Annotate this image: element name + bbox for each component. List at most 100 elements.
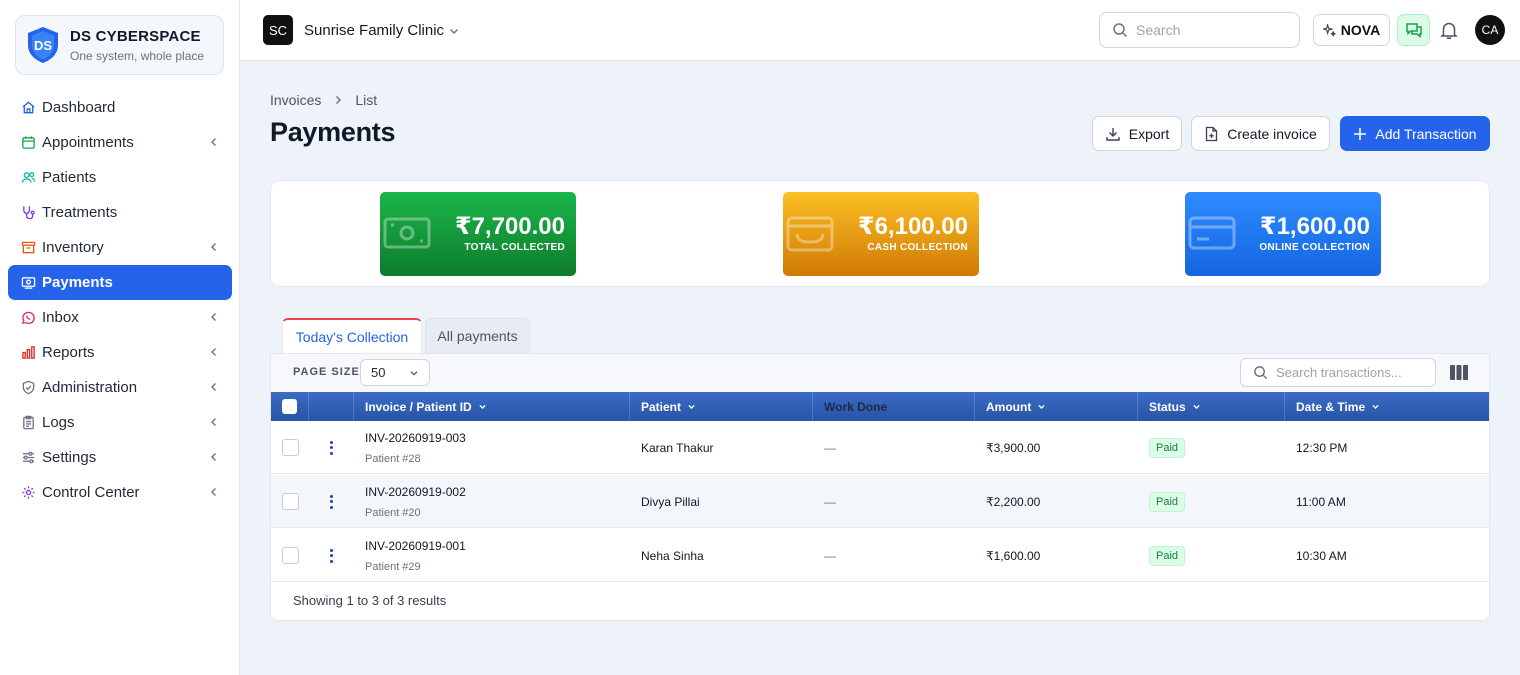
sidebar-item-dashboard[interactable]: Dashboard bbox=[8, 90, 232, 125]
row-actions-cell bbox=[309, 421, 354, 474]
row-checkbox[interactable] bbox=[282, 493, 299, 510]
chat-button[interactable] bbox=[1397, 14, 1430, 46]
status-cell: Paid bbox=[1138, 475, 1285, 528]
chevron-left-icon bbox=[211, 383, 216, 391]
columns-icon[interactable] bbox=[1450, 365, 1468, 380]
topbar: SC Sunrise Family Clinic NOVA CA bbox=[240, 0, 1520, 61]
patient-cell: Divya Pillai bbox=[641, 494, 700, 509]
transactions-search-input[interactable] bbox=[1276, 365, 1416, 380]
page-size-select[interactable]: 50 bbox=[360, 359, 430, 386]
global-search[interactable] bbox=[1099, 12, 1300, 48]
add-transaction-button[interactable]: Add Transaction bbox=[1340, 116, 1490, 151]
amount-cell: ₹2,200.00 bbox=[986, 494, 1041, 509]
clipboard-icon bbox=[20, 415, 36, 431]
chevron-left-icon bbox=[211, 418, 216, 426]
sidebar-item-label: Patients bbox=[42, 169, 97, 186]
invoice-id[interactable]: INV-20260919-002 bbox=[365, 485, 466, 499]
chevron-down-icon[interactable] bbox=[448, 25, 460, 37]
org-badge[interactable]: SC bbox=[263, 15, 293, 45]
header-datetime[interactable]: Date & Time bbox=[1285, 392, 1489, 421]
breadcrumb: Invoices List bbox=[270, 92, 377, 108]
stats-panel: ₹7,700.00 TOTAL COLLECTED ₹6,100.00 CASH… bbox=[270, 180, 1490, 287]
header-label: Work Done bbox=[824, 399, 888, 414]
header-label: Date & Time bbox=[1296, 399, 1366, 414]
patient-id: Patient #20 bbox=[365, 506, 421, 519]
brand-card[interactable]: DS DS CYBERSPACE One system, whole place bbox=[15, 15, 224, 75]
sidebar-item-patients[interactable]: Patients bbox=[8, 160, 232, 195]
chevron-down-icon bbox=[410, 371, 418, 376]
sidebar-item-label: Logs bbox=[42, 414, 75, 431]
export-button[interactable]: Export bbox=[1092, 116, 1182, 151]
select-all-checkbox[interactable] bbox=[282, 399, 297, 414]
chevron-left-icon bbox=[211, 243, 216, 251]
breadcrumb-list: List bbox=[355, 92, 378, 108]
table-row[interactable]: INV-20260919-002 Patient #20 Divya Pilla… bbox=[271, 475, 1489, 528]
header-patient[interactable]: Patient bbox=[630, 392, 813, 421]
search-input[interactable] bbox=[1136, 22, 1286, 38]
chevron-down-icon bbox=[688, 404, 695, 409]
nova-button[interactable]: NOVA bbox=[1313, 14, 1390, 46]
header-label: Invoice / Patient ID bbox=[365, 399, 472, 414]
sidebar-item-administration[interactable]: Administration bbox=[8, 370, 232, 405]
shield-icon bbox=[20, 380, 36, 396]
sidebar-item-reports[interactable]: Reports bbox=[8, 335, 232, 370]
row-checkbox[interactable] bbox=[282, 439, 299, 456]
table-row[interactable]: INV-20260919-003 Patient #28 Karan Thaku… bbox=[271, 421, 1489, 474]
status-badge: Paid bbox=[1149, 491, 1186, 512]
sidebar-item-appointments[interactable]: Appointments bbox=[8, 125, 232, 160]
more-vertical-icon[interactable] bbox=[330, 440, 334, 455]
stat-label: TOTAL COLLECTED bbox=[464, 242, 565, 253]
table-row[interactable]: INV-20260919-001 Patient #29 Neha Sinha … bbox=[271, 529, 1489, 582]
sidebar-item-label: Settings bbox=[42, 449, 97, 466]
time-cell: 10:30 AM bbox=[1296, 548, 1347, 563]
sidebar-item-inbox[interactable]: Inbox bbox=[8, 300, 232, 335]
chat-icon bbox=[1405, 23, 1422, 38]
calendar-icon bbox=[20, 135, 36, 151]
transactions-search[interactable] bbox=[1240, 358, 1436, 387]
stat-online-collection: ₹1,600.00 ONLINE COLLECTION bbox=[1185, 192, 1381, 276]
stat-label: ONLINE COLLECTION bbox=[1259, 242, 1370, 253]
tab-todays-collection[interactable]: Today's Collection bbox=[282, 318, 422, 353]
sidebar-item-control-center[interactable]: Control Center bbox=[8, 475, 232, 510]
export-label: Export bbox=[1128, 125, 1170, 142]
work-done-cell: — bbox=[824, 494, 836, 509]
sidebar-item-label: Dashboard bbox=[42, 99, 116, 116]
sidebar-item-label: Payments bbox=[42, 274, 113, 291]
patient-cell: Neha Sinha bbox=[641, 548, 704, 563]
transactions-table-panel: PAGE SIZE 50 Invoice / Patient ID Patien… bbox=[270, 353, 1490, 621]
invoice-id[interactable]: INV-20260919-001 bbox=[365, 539, 466, 553]
amount-cell: ₹3,900.00 bbox=[986, 440, 1041, 455]
more-vertical-icon[interactable] bbox=[330, 548, 334, 563]
bell-icon[interactable] bbox=[1438, 19, 1460, 41]
sidebar-item-treatments[interactable]: Treatments bbox=[8, 195, 232, 230]
table-toolbar: PAGE SIZE 50 bbox=[271, 354, 1489, 392]
org-name[interactable]: Sunrise Family Clinic bbox=[304, 22, 444, 39]
sidebar-item-logs[interactable]: Logs bbox=[8, 405, 232, 440]
credit-card-icon bbox=[1188, 216, 1236, 250]
page-size-label: PAGE SIZE bbox=[293, 366, 360, 378]
chevron-down-icon bbox=[1193, 404, 1200, 409]
sidebar: DS DS CYBERSPACE One system, whole place… bbox=[0, 0, 240, 675]
patient-id: Patient #29 bbox=[365, 560, 421, 573]
header-status[interactable]: Status bbox=[1138, 392, 1285, 421]
invoice-id[interactable]: INV-20260919-003 bbox=[365, 431, 466, 445]
header-amount[interactable]: Amount bbox=[975, 392, 1138, 421]
sidebar-item-settings[interactable]: Settings bbox=[8, 440, 232, 475]
page-title: Payments bbox=[270, 117, 396, 147]
file-plus-icon bbox=[1206, 126, 1218, 141]
sidebar-item-label: Control Center bbox=[42, 484, 140, 501]
sidebar-item-payments[interactable]: Payments bbox=[8, 265, 232, 300]
create-invoice-button[interactable]: Create invoice bbox=[1191, 116, 1330, 151]
gear-icon bbox=[20, 485, 36, 501]
chevron-right-icon bbox=[336, 96, 342, 104]
header-invoice[interactable]: Invoice / Patient ID bbox=[354, 392, 630, 421]
invoice-cell: INV-20260919-002 Patient #20 bbox=[354, 475, 630, 528]
row-checkbox[interactable] bbox=[282, 547, 299, 564]
search-icon bbox=[1254, 366, 1268, 380]
work-done-cell: — bbox=[824, 440, 836, 455]
tab-all-payments[interactable]: All payments bbox=[425, 318, 530, 353]
sidebar-item-inventory[interactable]: Inventory bbox=[8, 230, 232, 265]
user-avatar[interactable]: CA bbox=[1475, 15, 1505, 45]
more-vertical-icon[interactable] bbox=[330, 494, 334, 509]
breadcrumb-invoices[interactable]: Invoices bbox=[270, 92, 321, 108]
